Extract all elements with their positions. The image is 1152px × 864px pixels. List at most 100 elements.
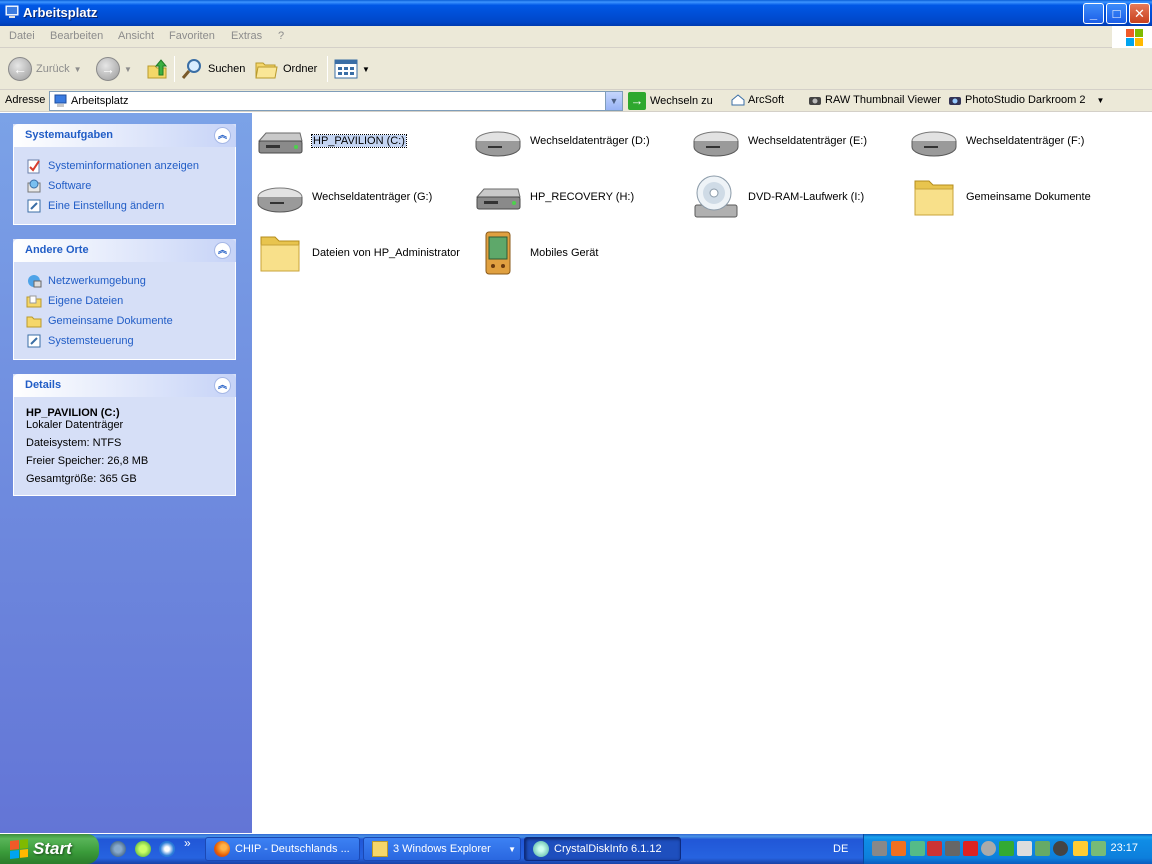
drive-h[interactable]: HP_RECOVERY (H:): [474, 173, 634, 221]
link-raw-thumbnail-viewer[interactable]: RAW Thumbnail Viewer: [808, 94, 941, 106]
quicklaunch-app-icon[interactable]: [135, 841, 151, 857]
back-label: Zurück: [36, 63, 70, 75]
tray-app-icon[interactable]: [1091, 841, 1106, 856]
title-bar[interactable]: Arbeitsplatz _ □ ✕: [0, 0, 1152, 26]
menu-favorites[interactable]: Favoriten: [169, 30, 215, 42]
tray-app-icon[interactable]: [963, 841, 978, 856]
tray-app-icon[interactable]: [1053, 841, 1068, 856]
link-photostudio-darkroom[interactable]: PhotoStudio Darkroom 2 ▼: [948, 94, 1104, 106]
taskbar: Start » CHIP - Deutschlands ... 3 Window…: [0, 834, 1152, 864]
folder-icon: [372, 841, 388, 857]
drive-e[interactable]: Wechseldatenträger (E:): [692, 117, 867, 165]
close-button[interactable]: ✕: [1129, 3, 1150, 24]
volume-icon[interactable]: [1017, 841, 1032, 856]
shared-documents-folder[interactable]: Gemeinsame Dokumente: [910, 173, 1091, 221]
search-icon: [181, 59, 201, 79]
mobile-device-icon: [485, 231, 511, 275]
go-button[interactable]: → Wechseln zu: [628, 92, 713, 110]
collapse-chevron-icon[interactable]: ︽: [214, 377, 231, 394]
menu-edit[interactable]: Bearbeiten: [50, 30, 103, 42]
tray-app-icon[interactable]: [891, 841, 906, 856]
menu-help[interactable]: ?: [278, 30, 284, 42]
details-header[interactable]: Details ︽: [13, 374, 236, 397]
maximize-button[interactable]: □: [1106, 3, 1127, 24]
tray-app-icon[interactable]: [927, 841, 942, 856]
dvd-drive-icon: [694, 175, 738, 218]
minimize-button[interactable]: _: [1083, 3, 1104, 24]
folder-icon: [914, 180, 954, 216]
item-label: Gemeinsame Dokumente: [966, 191, 1091, 203]
other-places-header[interactable]: Andere Orte ︽: [13, 239, 236, 262]
task-crystaldiskinfo[interactable]: CrystalDiskInfo 6.1.12: [524, 837, 681, 861]
network-link[interactable]: Netzwerkumgebung: [26, 271, 225, 291]
drive-g[interactable]: Wechseldatenträger (G:): [256, 173, 432, 221]
forward-dropdown-icon[interactable]: ▼: [124, 65, 132, 74]
address-field[interactable]: Arbeitsplatz ▼: [49, 91, 623, 111]
tray-app-icon[interactable]: [981, 841, 996, 856]
mobile-device[interactable]: Mobiles Gerät: [474, 229, 598, 277]
file-view[interactable]: HP_PAVILION (C:) Wechseldatenträger (D:)…: [252, 113, 1152, 833]
change-setting-link[interactable]: Eine Einstellung ändern: [26, 196, 225, 216]
tray-app-icon[interactable]: [910, 841, 925, 856]
up-folder-icon: [147, 59, 168, 79]
task-label: 3 Windows Explorer: [393, 843, 491, 855]
item-label: DVD-RAM-Laufwerk (I:): [748, 191, 865, 203]
back-dropdown-icon[interactable]: ▼: [74, 65, 82, 74]
drive-d[interactable]: Wechseldatenträger (D:): [474, 117, 650, 165]
link-arcsoft[interactable]: ArcSoft: [731, 94, 784, 106]
tray-app-icon[interactable]: [872, 841, 887, 856]
folders-button[interactable]: Ordner: [255, 56, 317, 82]
tray-app-icon[interactable]: [999, 841, 1014, 856]
house-icon: [731, 94, 745, 106]
network-icon[interactable]: [1035, 841, 1050, 856]
link-label: Eine Einstellung ändern: [48, 200, 165, 212]
item-label: Wechseldatenträger (G:): [312, 191, 433, 203]
shared-documents-link[interactable]: Gemeinsame Dokumente: [26, 311, 225, 331]
task-windows-explorer[interactable]: 3 Windows Explorer ▼: [363, 837, 521, 861]
back-arrow-icon: ←: [8, 57, 32, 81]
search-label: Suchen: [208, 63, 246, 75]
security-shield-icon[interactable]: [1073, 841, 1088, 856]
details-total-size: Gesamtgröße: 365 GB: [26, 473, 137, 485]
quicklaunch-app-icon[interactable]: [110, 841, 126, 857]
drive-i[interactable]: DVD-RAM-Laufwerk (I:): [692, 173, 864, 221]
software-link[interactable]: Software: [26, 176, 225, 196]
menu-tools[interactable]: Extras: [231, 30, 262, 42]
quicklaunch-overflow-icon[interactable]: »: [184, 836, 191, 850]
details-filesystem: Dateisystem: NTFS: [26, 437, 122, 449]
links-overflow-icon[interactable]: ▼: [1096, 96, 1104, 105]
menu-file[interactable]: Datei: [9, 30, 35, 42]
clock[interactable]: 23:17: [1110, 842, 1138, 854]
drive-f[interactable]: Wechseldatenträger (F:): [910, 117, 1084, 165]
start-button[interactable]: Start: [0, 834, 99, 864]
task-label: CHIP - Deutschlands ...: [235, 843, 350, 855]
details-panel: Details ︽ HP_PAVILION (C:) Lokaler Daten…: [13, 374, 236, 496]
hard-drive-icon: [257, 132, 303, 154]
menu-bar: Datei Bearbeiten Ansicht Favoriten Extra…: [0, 26, 1152, 48]
task-label: CrystalDiskInfo 6.1.12: [554, 843, 662, 855]
admin-files-folder[interactable]: Dateien von HP_Administrator: [256, 229, 460, 277]
views-icon: [334, 59, 358, 79]
collapse-chevron-icon[interactable]: ︽: [214, 242, 231, 259]
crystaldiskinfo-icon: [533, 841, 549, 857]
system-info-link[interactable]: Systeminformationen anzeigen: [26, 156, 225, 176]
views-button[interactable]: ▼: [334, 56, 370, 82]
up-folder-button[interactable]: [146, 56, 168, 82]
internet-explorer-icon[interactable]: [159, 841, 175, 857]
collapse-chevron-icon[interactable]: ︽: [214, 127, 231, 144]
address-dropdown-icon[interactable]: ▼: [605, 92, 622, 110]
menu-view[interactable]: Ansicht: [118, 30, 154, 42]
tray-app-icon[interactable]: [945, 841, 960, 856]
task-firefox[interactable]: CHIP - Deutschlands ...: [205, 837, 360, 861]
system-info-icon: [27, 159, 40, 174]
search-button[interactable]: Suchen: [180, 56, 245, 82]
system-tasks-header[interactable]: Systemaufgaben ︽: [13, 124, 236, 147]
back-button[interactable]: ← Zurück ▼: [8, 56, 82, 82]
control-panel-link[interactable]: Systemsteuerung: [26, 331, 225, 351]
drive-c[interactable]: HP_PAVILION (C:): [256, 117, 407, 165]
my-documents-link[interactable]: Eigene Dateien: [26, 291, 225, 311]
forward-button[interactable]: → ▼: [96, 56, 132, 82]
link-label: PhotoStudio Darkroom 2: [965, 94, 1086, 106]
language-indicator[interactable]: DE: [833, 843, 848, 855]
system-tray: 23:17: [863, 834, 1152, 864]
